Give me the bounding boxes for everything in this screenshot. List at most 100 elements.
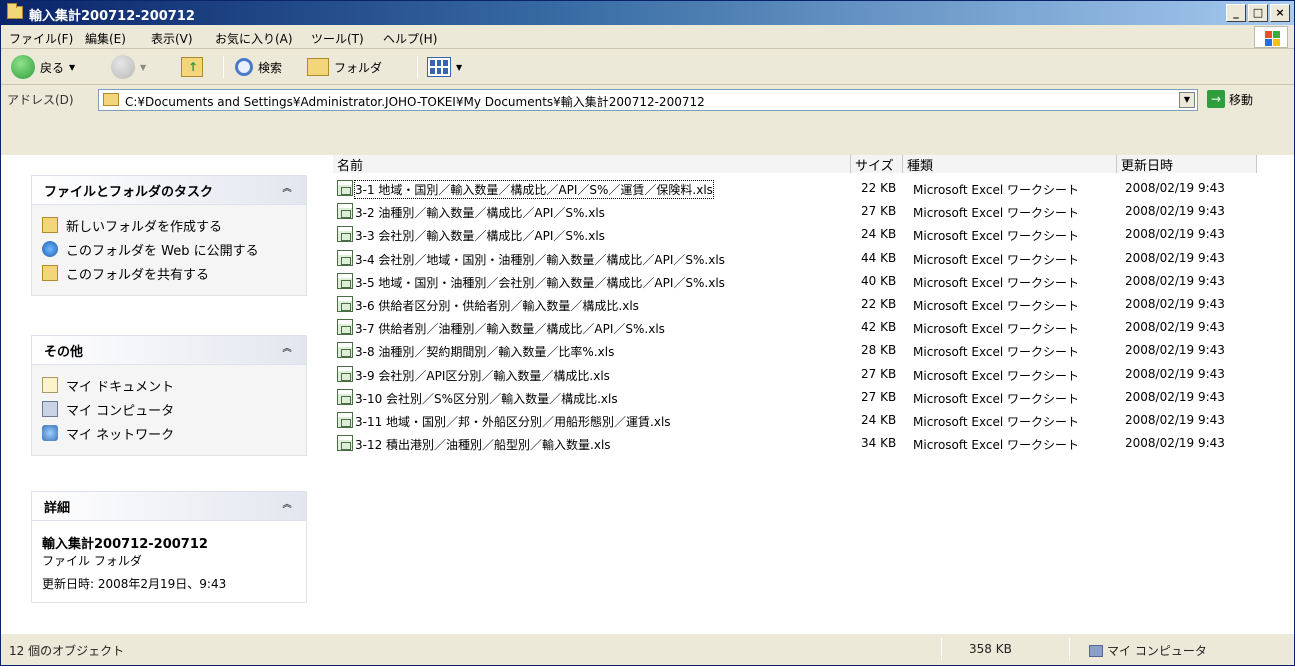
file-row[interactable]: 3-9 会社別／API区分別／輸入数量／構成比.xls 27 KB Microsof… — [319, 363, 1294, 385]
menu-edit[interactable]: 編集(E) — [85, 30, 126, 47]
back-arrow-icon — [11, 55, 35, 79]
task-pane: ファイルとフォルダのタスク ︽ 新しいフォルダを作成する このフォルダを Web… — [1, 155, 319, 633]
link-my-network[interactable]: マイ ネットワーク — [42, 421, 298, 445]
file-name: 3-4 会社別／地域・国別・油種別／輸入数量／構成比／API／S%.xls — [355, 252, 725, 267]
column-header-name[interactable]: 名前 — [333, 155, 851, 174]
task-publish-web[interactable]: このフォルダを Web に公開する — [42, 237, 298, 261]
excel-file-icon — [337, 388, 353, 405]
collapse-icon[interactable]: ︽ — [280, 499, 294, 513]
address-dropdown-button[interactable]: ▼ — [1179, 92, 1195, 108]
panel-header[interactable]: その他 ︽ — [31, 335, 307, 365]
file-modified: 2008/02/19 9:43 — [1125, 436, 1225, 451]
collapse-icon[interactable]: ︽ — [280, 183, 294, 197]
close-button[interactable]: × — [1270, 4, 1290, 22]
column-header-type[interactable]: 種類 — [903, 155, 1117, 174]
column-header-size[interactable]: サイズ — [851, 155, 903, 174]
share-folder-icon — [42, 265, 58, 281]
file-row[interactable]: 3-8 油種別／契約期間別／輸入数量／比率%.xls 28 KB Microsoft… — [319, 339, 1294, 361]
file-modified: 2008/02/19 9:43 — [1125, 250, 1225, 265]
file-size: 40 KB — [861, 273, 897, 288]
toolbar: 戻る ▼ ▼ ↑ 検索 フォルダ ▼ — [1, 49, 1294, 85]
excel-file-icon — [337, 180, 353, 196]
link-my-documents[interactable]: マイ ドキュメント — [42, 373, 298, 397]
search-button[interactable]: 検索 — [235, 54, 282, 80]
menu-favorites[interactable]: お気に入り(A) — [215, 30, 293, 47]
panel-body: 新しいフォルダを作成する このフォルダを Web に公開する このフォルダを共有… — [31, 205, 307, 296]
file-modified: 2008/02/19 9:43 — [1125, 343, 1225, 358]
file-size: 34 KB — [861, 436, 897, 451]
address-input[interactable]: C:¥Documents and Settings¥Administrator.… — [98, 89, 1198, 111]
excel-file-icon — [337, 249, 353, 266]
link-my-computer[interactable]: マイ コンピュータ — [42, 397, 298, 421]
file-row[interactable]: 3-12 積出港別／油種別／船型別／輸入数量.xls 34 KB Microsoft… — [319, 432, 1294, 454]
file-name: 3-1 地域・国別／輸入数量／構成比／API／S%／運賃／保険料.xls — [354, 180, 714, 199]
file-row[interactable]: 3-11 地域・国別／邦・外船区分別／用船形態別／運賃.xls 24 KB Micr… — [319, 409, 1294, 431]
file-size: 27 KB — [861, 366, 897, 381]
file-row[interactable]: 3-3 会社別／輸入数量／構成比／API／S%.xls 24 KB Microsof… — [319, 223, 1294, 245]
file-row[interactable]: 3-7 供給者別／油種別／輸入数量／構成比／API／S%.xls 42 KB Mic… — [319, 316, 1294, 338]
back-dropdown-icon[interactable]: ▼ — [69, 63, 75, 72]
search-icon — [235, 58, 253, 76]
other-places-panel: その他 ︽ マイ ドキュメント マイ コンピュータ マイ ネットワーク — [31, 335, 307, 456]
file-name: 3-10 会社別／S%区分別／輸入数量／構成比.xls — [355, 391, 618, 406]
excel-file-icon — [337, 412, 353, 428]
back-button[interactable]: 戻る ▼ — [11, 54, 75, 80]
new-folder-icon — [42, 217, 58, 233]
file-row[interactable]: 3-2 油種別／輸入数量／構成比／API／S%.xls 27 KB Microsof… — [319, 200, 1294, 222]
network-icon — [42, 425, 58, 441]
file-name: 3-9 会社別／API区分別／輸入数量／構成比.xls — [355, 368, 610, 383]
go-arrow-icon: → — [1207, 90, 1225, 108]
file-modified: 2008/02/19 9:43 — [1125, 227, 1225, 242]
file-row[interactable]: 3-1 地域・国別／輸入数量／構成比／API／S%／運賃／保険料.xls 22 K… — [319, 177, 1294, 199]
excel-file-icon — [337, 296, 353, 312]
folders-button[interactable]: フォルダ — [307, 54, 382, 80]
file-name: 3-11 地域・国別／邦・外船区分別／用船形態別／運賃.xls — [355, 415, 671, 429]
window-controls: _ □ × — [1226, 4, 1290, 22]
maximize-button[interactable]: □ — [1248, 4, 1268, 22]
address-label: アドレス(D) — [7, 93, 74, 107]
menu-tools[interactable]: ツール(T) — [311, 30, 364, 47]
file-type: Microsoft Excel ワークシート — [913, 368, 1080, 383]
file-type: Microsoft Excel ワークシート — [913, 391, 1080, 406]
forward-dropdown-icon[interactable]: ▼ — [140, 63, 146, 72]
file-type: Microsoft Excel ワークシート — [913, 415, 1080, 429]
file-type: Microsoft Excel ワークシート — [913, 275, 1080, 290]
explorer-window: 輸入集計200712-200712 _ □ × ファイル(F) 編集(E) 表示… — [0, 0, 1295, 666]
file-row[interactable]: 3-5 地域・国別・油種別／会社別／輸入数量／構成比／API／S%.xls 40 … — [319, 270, 1294, 292]
menu-file[interactable]: ファイル(F) — [9, 30, 73, 47]
views-icon — [427, 57, 451, 77]
menu-help[interactable]: ヘルプ(H) — [383, 30, 437, 47]
task-label: 新しいフォルダを作成する — [66, 219, 223, 235]
go-label: 移動 — [1229, 92, 1254, 107]
minimize-button[interactable]: _ — [1226, 4, 1246, 22]
forward-button[interactable]: ▼ — [111, 54, 146, 80]
panel-header[interactable]: ファイルとフォルダのタスク ︽ — [31, 175, 307, 205]
views-dropdown-icon[interactable]: ▼ — [456, 63, 462, 72]
views-button[interactable]: ▼ — [427, 54, 462, 80]
status-divider — [1069, 638, 1070, 660]
title-bar[interactable]: 輸入集計200712-200712 _ □ × — [1, 1, 1294, 25]
file-row[interactable]: 3-4 会社別／地域・国別・油種別／輸入数量／構成比／API／S%.xls 44 … — [319, 247, 1294, 269]
folders-label: フォルダ — [334, 60, 383, 75]
task-new-folder[interactable]: 新しいフォルダを作成する — [42, 213, 298, 237]
file-modified: 2008/02/19 9:43 — [1125, 320, 1225, 335]
go-button[interactable]: → 移動 — [1207, 90, 1253, 108]
panel-header[interactable]: 詳細 ︽ — [31, 491, 307, 521]
file-size: 27 KB — [861, 204, 897, 219]
file-row[interactable]: 3-6 供給者区分別・供給者別／輸入数量／構成比.xls 22 KB Microso… — [319, 293, 1294, 315]
menu-view[interactable]: 表示(V) — [151, 30, 193, 47]
file-row[interactable]: 3-10 会社別／S%区分別／輸入数量／構成比.xls 27 KB Microsof… — [319, 386, 1294, 408]
toolbar-separator — [223, 56, 224, 78]
collapse-icon[interactable]: ︽ — [280, 343, 294, 357]
file-type: Microsoft Excel ワークシート — [913, 299, 1080, 313]
folder-icon — [103, 93, 119, 106]
status-total-size: 358 KB — [969, 642, 1012, 656]
file-size: 28 KB — [861, 343, 897, 358]
folder-icon — [7, 3, 23, 19]
up-folder-button[interactable]: ↑ — [181, 54, 203, 80]
task-label: このフォルダを Web に公開する — [66, 243, 259, 259]
column-header-modified[interactable]: 更新日時 — [1117, 155, 1257, 174]
task-label: このフォルダを共有する — [66, 267, 210, 283]
file-modified: 2008/02/19 9:43 — [1125, 389, 1225, 404]
task-share-folder[interactable]: このフォルダを共有する — [42, 261, 298, 285]
